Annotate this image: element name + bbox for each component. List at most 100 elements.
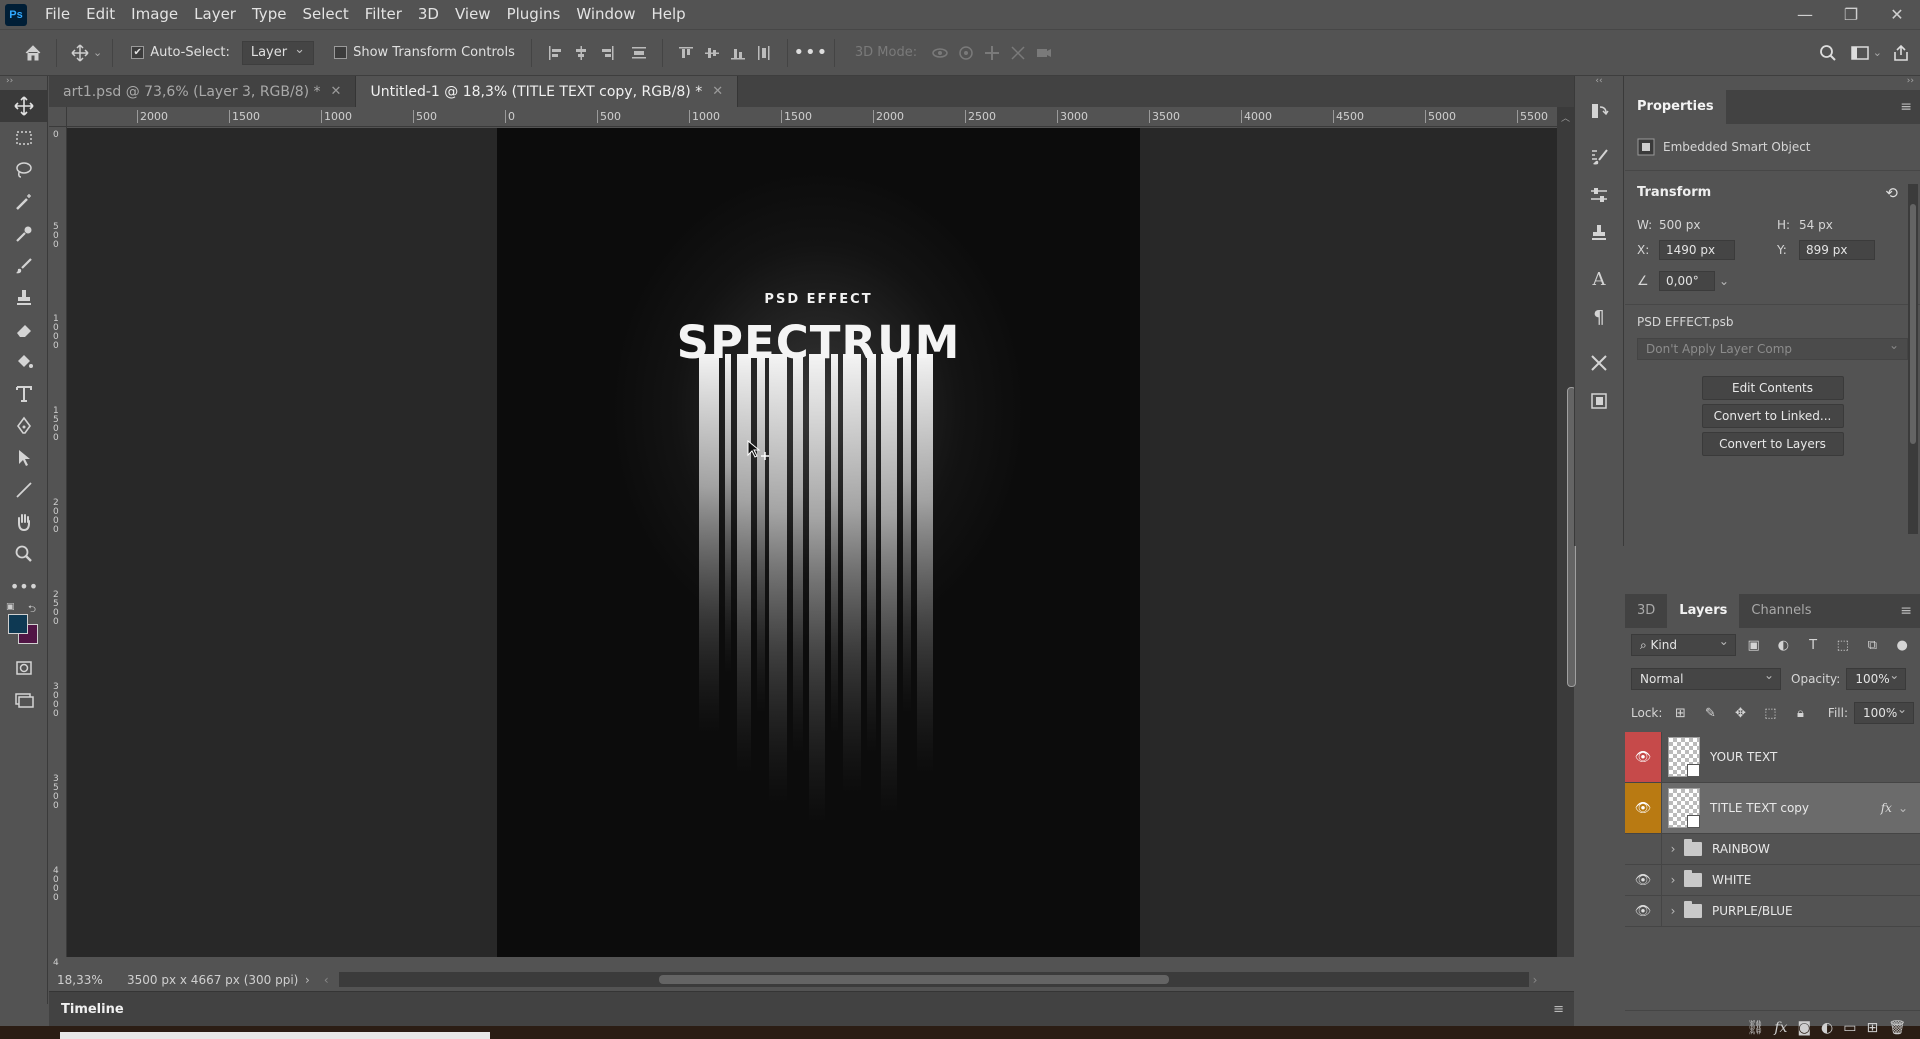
edit-contents-button[interactable]: Edit Contents (1701, 376, 1844, 400)
pen-tool-icon[interactable] (0, 410, 48, 442)
align-center-icon[interactable] (568, 40, 594, 66)
visibility-eye-icon[interactable]: 👁︎ (1625, 865, 1662, 895)
scroll-thumb[interactable] (658, 975, 1169, 984)
scroll-left-icon[interactable]: ‹ (324, 973, 329, 987)
visibility-eye-icon[interactable]: 👁︎ (1625, 783, 1662, 833)
adjustments-icon[interactable] (1575, 176, 1623, 214)
zoom-level[interactable]: 18,33% (49, 973, 115, 987)
menu-image[interactable]: Image (123, 0, 186, 29)
tab-layers[interactable]: Layers (1667, 594, 1740, 628)
visibility-eye-icon[interactable]: 👁︎ (1625, 732, 1662, 782)
edit-toolbar-icon[interactable]: ••• (0, 570, 48, 602)
opacity-input[interactable]: 100% (1846, 665, 1907, 690)
menu-type[interactable]: Type (244, 0, 294, 29)
paint-bucket-tool-icon[interactable] (0, 346, 48, 378)
properties-menu-icon[interactable]: ≡ (1900, 99, 1912, 115)
canvas-horizontal-scrollbar[interactable] (338, 972, 1529, 987)
distribute-vertical-icon[interactable] (626, 40, 652, 66)
tool-preset-chevron-icon[interactable]: ⌄ (93, 46, 102, 59)
timeline-menu-icon[interactable]: ≡ (1553, 1002, 1564, 1017)
clone-source-icon[interactable] (1575, 214, 1623, 252)
expand-group-icon[interactable]: › (1666, 842, 1680, 856)
default-colors-icon[interactable]: ▣ (6, 602, 15, 612)
distribute-horizontal-icon[interactable] (751, 40, 777, 66)
character-icon[interactable]: A (1575, 260, 1623, 298)
layer-comp-dropdown[interactable]: Don't Apply Layer Comp (1637, 335, 1908, 360)
workspace-chevron-icon[interactable]: ⌄ (1873, 46, 1882, 59)
layer-name[interactable]: RAINBOW (1712, 842, 1770, 856)
height-value[interactable]: 54 px (1799, 218, 1833, 232)
foreground-color-swatch[interactable] (8, 614, 28, 634)
tab-untitled-1[interactable]: Untitled-1 @ 18,3% (TITLE TEXT copy, RGB… (356, 76, 739, 107)
new-layer-icon[interactable]: ⊞ (1866, 1020, 1878, 1036)
layer-name[interactable]: PURPLE/BLUE (1712, 904, 1793, 918)
properties-scrollbar[interactable] (1908, 184, 1918, 534)
lock-artboard-icon[interactable]: ⬚ (1758, 702, 1782, 724)
panel-collapse-icon[interactable]: ‹‹ (1575, 76, 1623, 92)
add-style-icon[interactable]: fx (1774, 1020, 1787, 1036)
document-info[interactable]: 3500 px x 4667 px (300 ppi) (115, 973, 305, 987)
paragraph-icon[interactable]: ¶ (1575, 298, 1623, 336)
filter-smart-object-icon[interactable]: ⧉ (1861, 634, 1885, 656)
link-layers-icon[interactable]: ⛓︎ (1747, 1020, 1765, 1036)
magic-wand-tool-icon[interactable] (0, 186, 48, 218)
home-icon[interactable] (20, 40, 46, 66)
path-selection-tool-icon[interactable] (0, 442, 48, 474)
menu-edit[interactable]: Edit (78, 0, 123, 29)
ruler-origin[interactable] (49, 107, 67, 127)
tool-presets-icon[interactable] (1575, 344, 1623, 382)
align-top-icon[interactable] (673, 40, 699, 66)
scroll-right-icon[interactable]: › (1533, 973, 1538, 987)
history-icon[interactable] (1575, 92, 1623, 130)
layers-menu-icon[interactable]: ≡ (1900, 603, 1912, 619)
menu-file[interactable]: File (37, 0, 78, 29)
eraser-tool-icon[interactable] (0, 314, 48, 346)
libraries-icon[interactable] (1575, 382, 1623, 420)
new-group-icon[interactable]: ▭ (1843, 1020, 1856, 1036)
menu-plugins[interactable]: Plugins (499, 0, 569, 29)
convert-to-linked-button[interactable]: Convert to Linked... (1701, 404, 1844, 428)
delete-layer-icon[interactable]: 🗑︎ (1888, 1020, 1906, 1036)
marquee-tool-icon[interactable] (0, 122, 48, 154)
layer-row-white[interactable]: 👁︎ › WHITE (1625, 865, 1920, 896)
canvas-area[interactable]: PSD EFFECT SPECTRUM (67, 128, 1557, 957)
brush-settings-icon[interactable] (1575, 138, 1623, 176)
align-middle-icon[interactable] (699, 40, 725, 66)
layer-row-purple-blue[interactable]: 👁︎ › PURPLE/BLUE (1625, 896, 1920, 927)
new-adjustment-layer-icon[interactable]: ◐ (1821, 1020, 1833, 1036)
filter-toggle-icon[interactable]: ● (1890, 634, 1914, 656)
visibility-toggle-off[interactable] (1625, 834, 1662, 864)
y-position-input[interactable]: 899 px (1799, 240, 1875, 260)
layer-row-title-text-copy[interactable]: 👁︎ TITLE TEXT copy fx ⌄ (1625, 783, 1920, 834)
type-tool-icon[interactable] (0, 378, 48, 410)
menu-filter[interactable]: Filter (357, 0, 410, 29)
menu-help[interactable]: Help (643, 0, 693, 29)
show-transform-checkbox[interactable] (334, 46, 348, 59)
filter-type-icon[interactable]: T (1801, 634, 1825, 656)
search-icon[interactable] (1815, 40, 1841, 66)
screen-mode-icon[interactable] (0, 684, 48, 716)
lasso-tool-icon[interactable] (0, 154, 48, 186)
color-swatches[interactable]: ▣ ⮌ (0, 602, 48, 652)
lock-all-icon[interactable]: 🔒︎ (1788, 702, 1812, 724)
eyedropper-tool-icon[interactable] (0, 218, 48, 250)
share-icon[interactable] (1888, 40, 1914, 66)
move-tool-icon[interactable] (67, 40, 93, 66)
blend-mode-dropdown[interactable]: Normal (1631, 665, 1781, 690)
x-position-input[interactable]: 1490 px (1659, 240, 1735, 260)
align-bottom-icon[interactable] (725, 40, 751, 66)
convert-to-layers-button[interactable]: Convert to Layers (1701, 432, 1844, 456)
right-panel-collapse-icon[interactable]: ›› (1625, 76, 1920, 90)
layer-filter-kind-dropdown[interactable]: ⌕ Kind (1631, 631, 1736, 656)
quick-mask-icon[interactable] (0, 652, 48, 684)
align-right-icon[interactable] (594, 40, 620, 66)
brush-tool-icon[interactable] (0, 250, 48, 282)
angle-input[interactable]: 0,00° (1659, 271, 1715, 291)
expand-group-icon[interactable]: › (1666, 904, 1680, 918)
lock-transparent-icon[interactable]: ⊞ (1668, 702, 1692, 724)
line-tool-icon[interactable] (0, 474, 48, 506)
lock-position-icon[interactable]: ✥ (1728, 702, 1752, 724)
width-value[interactable]: 500 px (1659, 218, 1777, 232)
filter-pixel-icon[interactable]: ▣ (1742, 634, 1766, 656)
move-tool-icon[interactable] (0, 90, 48, 122)
